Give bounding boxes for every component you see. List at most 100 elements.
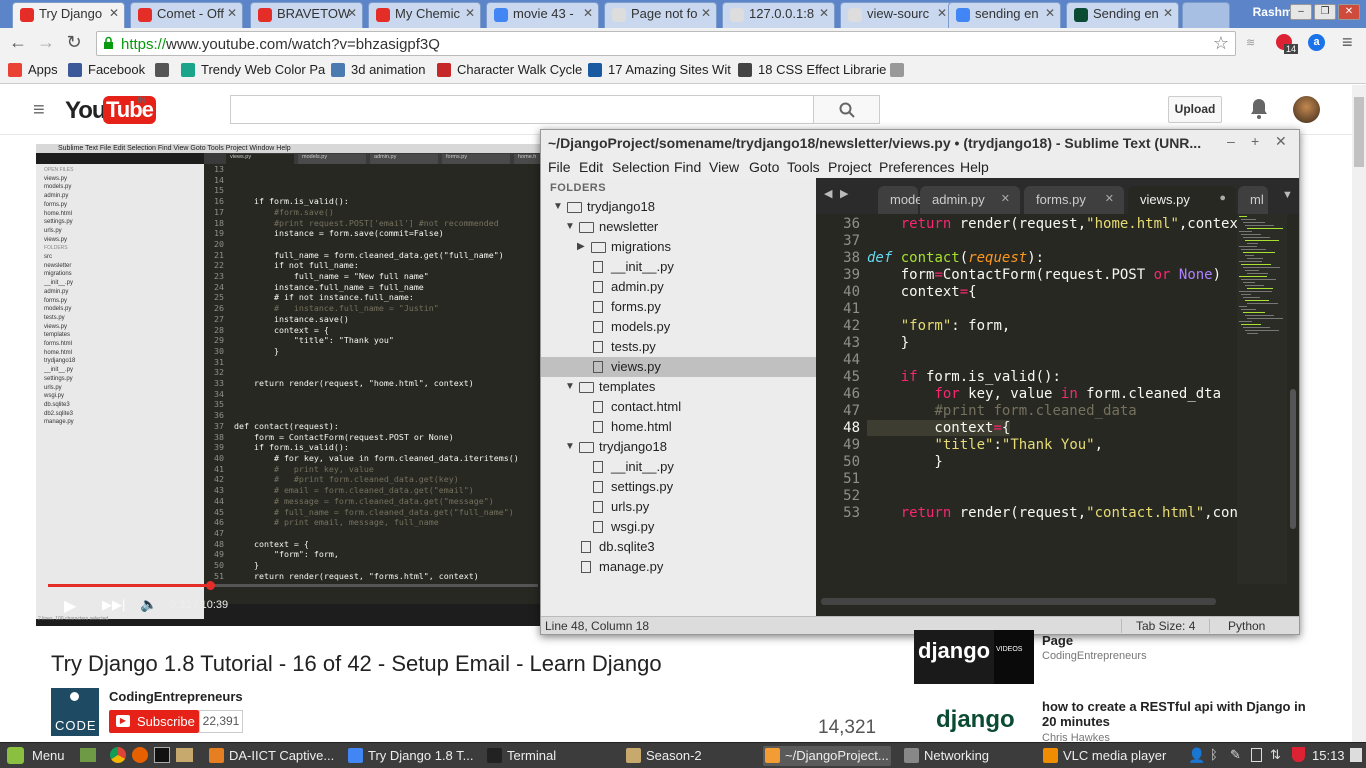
upload-button[interactable]: Upload: [1168, 96, 1222, 123]
editor-vertical-scrollbar[interactable]: [1287, 214, 1299, 594]
sublime-menu-item[interactable]: Help: [960, 159, 989, 175]
next-icon[interactable]: ▶▶|: [102, 597, 125, 613]
volume-icon[interactable]: 🔈: [140, 596, 157, 613]
back-button[interactable]: ←: [8, 33, 28, 53]
tab-close-icon[interactable]: ✕: [1105, 192, 1114, 205]
tree-item-folder[interactable]: templates: [599, 379, 655, 394]
video-progress-scrubber[interactable]: [205, 581, 215, 590]
minimap[interactable]: [1237, 214, 1287, 584]
account-avatar[interactable]: [1293, 96, 1320, 123]
taskbar-window-button[interactable]: DA-IICT Captive...: [207, 746, 335, 766]
taskbar-window-button[interactable]: Try Django 1.8 T...: [346, 746, 474, 766]
channel-avatar[interactable]: CODE: [51, 688, 99, 736]
firefox-launcher-icon[interactable]: [132, 747, 148, 763]
editor-tab[interactable]: admin.py ✕: [920, 186, 1020, 214]
start-menu-label[interactable]: Menu: [32, 748, 65, 763]
tab-close-icon[interactable]: ✕: [109, 6, 119, 20]
tab-close-icon[interactable]: ✕: [465, 6, 475, 20]
related-thumbnail-2[interactable]: django: [914, 698, 1034, 742]
youtube-search-input[interactable]: [230, 95, 814, 124]
tab-close-icon[interactable]: ✕: [1163, 6, 1173, 20]
browser-tab[interactable]: Sending en ✕: [1066, 2, 1179, 28]
tab-close-icon[interactable]: ✕: [819, 6, 829, 20]
close-window-button[interactable]: ✕: [1338, 4, 1360, 20]
sublime-minimize-button[interactable]: –: [1227, 133, 1235, 149]
subscribe-button[interactable]: ▶ Subscribe: [109, 710, 199, 733]
sublime-menu-item[interactable]: Find: [674, 159, 701, 175]
tree-item-folder[interactable]: newsletter: [599, 219, 658, 234]
editor-horizontal-scrollbar[interactable]: [821, 598, 1216, 605]
tree-item-file[interactable]: contact.html: [611, 399, 681, 414]
related-channel-1[interactable]: CodingEntrepreneurs: [1042, 650, 1147, 662]
related-title-2[interactable]: how to create a RESTful api with Django …: [1042, 699, 1312, 729]
channel-name[interactable]: CodingEntrepreneurs: [109, 689, 243, 704]
sublime-menu-item[interactable]: Preferences: [879, 159, 954, 175]
page-scrollbar-thumb[interactable]: [1354, 97, 1364, 167]
sublime-menu-item[interactable]: Tools: [787, 159, 820, 175]
tab-scroll-left-icon[interactable]: ◀: [824, 187, 832, 200]
browser-tab[interactable]: Comet - Off ✕: [130, 2, 243, 28]
editor-tab[interactable]: ml: [1238, 186, 1268, 214]
browser-tab[interactable]: Try Django ✕: [12, 2, 125, 29]
shield-icon[interactable]: [1292, 747, 1305, 762]
browser-tab[interactable]: movie 43 - ✕: [486, 2, 599, 28]
tree-item-folder[interactable]: migrations: [611, 239, 671, 254]
sublime-menu-item[interactable]: File: [548, 159, 571, 175]
collapsed-arrow-icon[interactable]: ▶: [577, 241, 585, 252]
browser-tab[interactable]: view-sourc ✕: [840, 2, 953, 28]
tab-close-icon[interactable]: ✕: [583, 6, 593, 20]
tree-item-folder[interactable]: trydjango18: [587, 199, 655, 214]
tree-item-file[interactable]: db.sqlite3: [599, 539, 655, 554]
sublime-maximize-button[interactable]: +: [1251, 133, 1259, 149]
guide-menu-icon[interactable]: ≡: [33, 99, 45, 122]
browser-tab[interactable]: My Chemic ✕: [368, 2, 481, 28]
taskbar-window-button[interactable]: ~/DjangoProject...: [763, 746, 891, 766]
tree-item-file[interactable]: manage.py: [599, 559, 663, 574]
youtube-logo[interactable]: You Tube: [65, 96, 156, 125]
sublime-menu-item[interactable]: View: [709, 159, 739, 175]
tab-list-dropdown-icon[interactable]: ▼: [1282, 189, 1293, 201]
unsaved-dot-icon[interactable]: ●: [1219, 192, 1226, 204]
sublime-menu-item[interactable]: Edit: [579, 159, 603, 175]
sublime-menu-item[interactable]: Project: [828, 159, 872, 175]
notification-area-icon[interactable]: [1350, 748, 1362, 762]
forward-button[interactable]: →: [36, 33, 56, 53]
play-icon[interactable]: ▶: [64, 596, 76, 616]
tab-size-selector[interactable]: Tab Size: 4: [1121, 619, 1195, 633]
expanded-arrow-icon[interactable]: ▼: [565, 441, 575, 452]
tab-close-icon[interactable]: ✕: [1001, 192, 1010, 205]
related-thumbnail-1[interactable]: django VIDEOS: [914, 630, 1034, 684]
video-player[interactable]: Sublime Text File Edit Selection Find Vi…: [36, 144, 541, 626]
code-editor-content[interactable]: return render(request,"home.html",contex…: [867, 214, 1237, 616]
tools-icon[interactable]: ✎: [1230, 747, 1241, 763]
tree-item-file[interactable]: __init__.py: [611, 459, 674, 474]
sublime-text-window[interactable]: ~/DjangoProject/somename/trydjango18/new…: [540, 129, 1300, 635]
editor-tab[interactable]: views.py ●: [1128, 186, 1236, 214]
tree-item-file[interactable]: wsgi.py: [611, 519, 654, 534]
bookmark-item[interactable]: 18 CSS Effect Librarie: [738, 62, 886, 77]
tab-scroll-right-icon[interactable]: ▶: [840, 187, 848, 200]
taskbar-window-button[interactable]: Terminal: [485, 746, 613, 766]
tree-item-file[interactable]: forms.py: [611, 299, 661, 314]
tab-close-icon[interactable]: ✕: [227, 6, 237, 20]
bookmark-star-icon[interactable]: ☆: [1213, 33, 1229, 54]
reload-button[interactable]: ↻: [64, 33, 84, 53]
taskbar-window-button[interactable]: VLC media player: [1041, 746, 1169, 766]
files-launcher-icon[interactable]: [176, 748, 193, 762]
tab-close-icon[interactable]: ✕: [1045, 6, 1055, 20]
expanded-arrow-icon[interactable]: ▼: [565, 221, 575, 232]
menu-icon[interactable]: ≡: [1342, 32, 1353, 53]
bookmark-item[interactable]: Character Walk Cycle: [437, 62, 582, 77]
maximize-button[interactable]: ❐: [1314, 4, 1336, 20]
tree-item-file[interactable]: models.py: [611, 319, 670, 334]
related-title-1[interactable]: Page: [1042, 633, 1312, 648]
tab-close-icon[interactable]: ✕: [701, 6, 711, 20]
tree-item-file[interactable]: tests.py: [611, 339, 656, 354]
tree-item-file[interactable]: admin.py: [611, 279, 664, 294]
clipboard-icon[interactable]: [1251, 748, 1262, 762]
editor-tab[interactable]: mode: [878, 186, 923, 214]
start-menu-icon[interactable]: [7, 747, 24, 764]
video-progress-bar[interactable]: [48, 581, 538, 590]
browser-tab[interactable]: 127.0.0.1:8 ✕: [722, 2, 835, 28]
network-icon[interactable]: ⇅: [1270, 747, 1281, 763]
